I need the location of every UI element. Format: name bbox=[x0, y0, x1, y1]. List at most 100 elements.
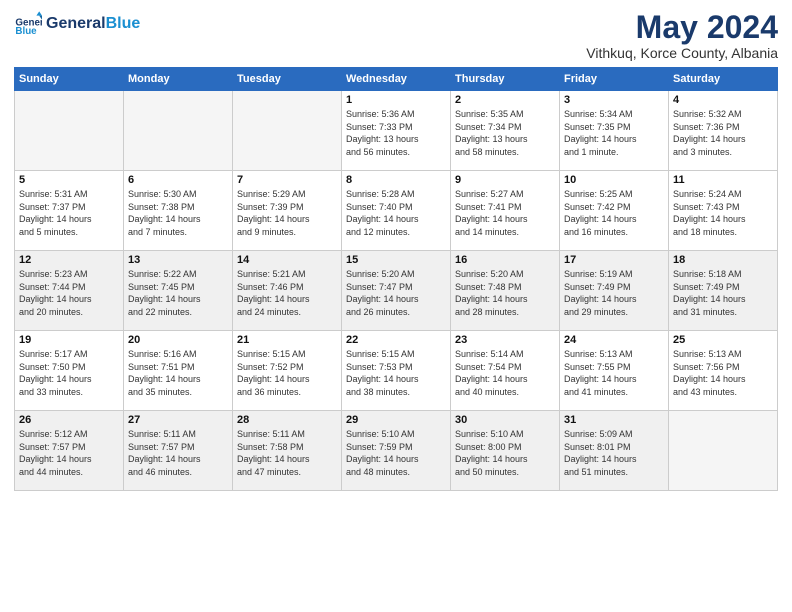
calendar-cell: 23Sunrise: 5:14 AM Sunset: 7:54 PM Dayli… bbox=[451, 331, 560, 411]
day-info: Sunrise: 5:10 AM Sunset: 8:00 PM Dayligh… bbox=[455, 428, 555, 478]
calendar-table: Sunday Monday Tuesday Wednesday Thursday… bbox=[14, 67, 778, 491]
calendar-cell: 25 Sunrise: 5:13 AM Sunset: 7:56 PM Dayli… bbox=[669, 331, 778, 411]
day-info: Sunrise: 5:15 AM Sunset: 7:52 PM Dayligh… bbox=[237, 348, 337, 398]
calendar-cell: 4Sunrise: 5:32 AM Sunset: 7:36 PM Daylig… bbox=[669, 91, 778, 171]
day-number: 28 bbox=[237, 414, 337, 426]
calendar-cell: 12 Sunrise: 5:23 AM Sunset: 7:44 PM Dayli… bbox=[15, 251, 124, 331]
day-info: Sunrise: 5:10 AM Sunset: 7:59 PM Dayligh… bbox=[346, 428, 446, 478]
logo-wordmark: GeneralBlue bbox=[46, 15, 140, 33]
calendar-week-1: 1 Sunrise: 5:36 AM Sunset: 7:33 PM Daylig… bbox=[15, 91, 778, 171]
calendar-cell bbox=[15, 91, 124, 171]
calendar-cell: 6Sunrise: 5:30 AM Sunset: 7:38 PM Daylig… bbox=[124, 171, 233, 251]
calendar-cell: 16 Sunrise: 5:20 AM Sunset: 7:48 PM Dayli… bbox=[451, 251, 560, 331]
day-info: Sunrise: 5:09 AM Sunset: 8:01 PM Dayligh… bbox=[564, 428, 664, 478]
day-number: 7 bbox=[237, 174, 337, 186]
day-info: Sunrise: 5:28 AM Sunset: 7:40 PM Dayligh… bbox=[346, 188, 446, 238]
day-info: Sunrise: 5:23 AM Sunset: 7:44 PM Dayligh… bbox=[19, 268, 119, 318]
day-number: 26 bbox=[19, 414, 119, 426]
calendar-cell: 1 Sunrise: 5:36 AM Sunset: 7:33 PM Daylig… bbox=[342, 91, 451, 171]
day-number: 31 bbox=[564, 414, 664, 426]
calendar-cell: 11 Sunrise: 5:24 AM Sunset: 7:43 PM Dayli… bbox=[669, 171, 778, 251]
calendar-cell: 3 Sunrise: 5:34 AM Sunset: 7:35 PM Daylig… bbox=[560, 91, 669, 171]
calendar-cell: 30 Sunrise: 5:10 AM Sunset: 8:00 PM Dayli… bbox=[451, 411, 560, 491]
title-block: May 2024 Vithkuq, Korce County, Albania bbox=[586, 10, 778, 61]
day-info: Sunrise: 5:27 AM Sunset: 7:41 PM Dayligh… bbox=[455, 188, 555, 238]
day-number: 25 bbox=[673, 334, 773, 346]
header: General Blue GeneralBlue May 2024 Vithku… bbox=[14, 10, 778, 61]
day-number: 11 bbox=[673, 174, 773, 186]
main-container: General Blue GeneralBlue May 2024 Vithku… bbox=[0, 0, 792, 501]
day-number: 2 bbox=[455, 94, 555, 106]
calendar-cell: 13Sunrise: 5:22 AM Sunset: 7:45 PM Dayli… bbox=[124, 251, 233, 331]
calendar-cell: 2 Sunrise: 5:35 AM Sunset: 7:34 PM Daylig… bbox=[451, 91, 560, 171]
day-info: Sunrise: 5:34 AM Sunset: 7:35 PM Dayligh… bbox=[564, 108, 664, 158]
day-info: Sunrise: 5:36 AM Sunset: 7:33 PM Dayligh… bbox=[346, 108, 446, 158]
logo: General Blue GeneralBlue bbox=[14, 10, 140, 38]
day-info: Sunrise: 5:19 AM Sunset: 7:49 PM Dayligh… bbox=[564, 268, 664, 318]
header-row: Sunday Monday Tuesday Wednesday Thursday… bbox=[15, 68, 778, 91]
day-info: Sunrise: 5:12 AM Sunset: 7:57 PM Dayligh… bbox=[19, 428, 119, 478]
calendar-week-2: 5 Sunrise: 5:31 AM Sunset: 7:37 PM Daylig… bbox=[15, 171, 778, 251]
calendar-cell bbox=[233, 91, 342, 171]
day-info: Sunrise: 5:17 AM Sunset: 7:50 PM Dayligh… bbox=[19, 348, 119, 398]
calendar-cell: 14Sunrise: 5:21 AM Sunset: 7:46 PM Dayli… bbox=[233, 251, 342, 331]
calendar-cell: 20 Sunrise: 5:16 AM Sunset: 7:51 PM Dayli… bbox=[124, 331, 233, 411]
calendar-cell: 26 Sunrise: 5:12 AM Sunset: 7:57 PM Dayli… bbox=[15, 411, 124, 491]
day-number: 21 bbox=[237, 334, 337, 346]
logo-icon: General Blue bbox=[14, 10, 42, 38]
calendar-cell: 5 Sunrise: 5:31 AM Sunset: 7:37 PM Daylig… bbox=[15, 171, 124, 251]
col-wednesday: Wednesday bbox=[342, 68, 451, 91]
day-number: 20 bbox=[128, 334, 228, 346]
day-number: 22 bbox=[346, 334, 446, 346]
day-number: 1 bbox=[346, 94, 446, 106]
calendar-cell: 22 Sunrise: 5:15 AM Sunset: 7:53 PM Dayli… bbox=[342, 331, 451, 411]
day-number: 19 bbox=[19, 334, 119, 346]
calendar-week-5: 26 Sunrise: 5:12 AM Sunset: 7:57 PM Dayli… bbox=[15, 411, 778, 491]
day-info: Sunrise: 5:31 AM Sunset: 7:37 PM Dayligh… bbox=[19, 188, 119, 238]
month-title: May 2024 bbox=[586, 10, 778, 45]
day-number: 8 bbox=[346, 174, 446, 186]
calendar-cell: 31 Sunrise: 5:09 AM Sunset: 8:01 PM Dayli… bbox=[560, 411, 669, 491]
calendar-cell: 15 Sunrise: 5:20 AM Sunset: 7:47 PM Dayli… bbox=[342, 251, 451, 331]
day-info: Sunrise: 5:13 AM Sunset: 7:56 PM Dayligh… bbox=[673, 348, 773, 398]
day-number: 27 bbox=[128, 414, 228, 426]
day-info: Sunrise: 5:15 AM Sunset: 7:53 PM Dayligh… bbox=[346, 348, 446, 398]
calendar-cell: 19 Sunrise: 5:17 AM Sunset: 7:50 PM Dayli… bbox=[15, 331, 124, 411]
calendar-cell: 28Sunrise: 5:11 AM Sunset: 7:58 PM Dayli… bbox=[233, 411, 342, 491]
col-thursday: Thursday bbox=[451, 68, 560, 91]
svg-text:Blue: Blue bbox=[15, 26, 37, 37]
day-number: 10 bbox=[564, 174, 664, 186]
day-number: 23 bbox=[455, 334, 555, 346]
calendar-cell bbox=[124, 91, 233, 171]
day-info: Sunrise: 5:20 AM Sunset: 7:47 PM Dayligh… bbox=[346, 268, 446, 318]
col-saturday: Saturday bbox=[669, 68, 778, 91]
calendar-week-3: 12 Sunrise: 5:23 AM Sunset: 7:44 PM Dayli… bbox=[15, 251, 778, 331]
day-info: Sunrise: 5:35 AM Sunset: 7:34 PM Dayligh… bbox=[455, 108, 555, 158]
col-monday: Monday bbox=[124, 68, 233, 91]
day-number: 16 bbox=[455, 254, 555, 266]
day-info: Sunrise: 5:29 AM Sunset: 7:39 PM Dayligh… bbox=[237, 188, 337, 238]
calendar-cell: 21 Sunrise: 5:15 AM Sunset: 7:52 PM Dayli… bbox=[233, 331, 342, 411]
day-number: 30 bbox=[455, 414, 555, 426]
day-info: Sunrise: 5:32 AM Sunset: 7:36 PM Dayligh… bbox=[673, 108, 773, 158]
day-info: Sunrise: 5:24 AM Sunset: 7:43 PM Dayligh… bbox=[673, 188, 773, 238]
day-number: 15 bbox=[346, 254, 446, 266]
day-number: 9 bbox=[455, 174, 555, 186]
location-title: Vithkuq, Korce County, Albania bbox=[586, 45, 778, 61]
day-number: 14 bbox=[237, 254, 337, 266]
day-info: Sunrise: 5:22 AM Sunset: 7:45 PM Dayligh… bbox=[128, 268, 228, 318]
col-tuesday: Tuesday bbox=[233, 68, 342, 91]
day-info: Sunrise: 5:13 AM Sunset: 7:55 PM Dayligh… bbox=[564, 348, 664, 398]
day-number: 6 bbox=[128, 174, 228, 186]
day-number: 12 bbox=[19, 254, 119, 266]
day-info: Sunrise: 5:20 AM Sunset: 7:48 PM Dayligh… bbox=[455, 268, 555, 318]
day-number: 3 bbox=[564, 94, 664, 106]
day-number: 5 bbox=[19, 174, 119, 186]
calendar-cell: 10 Sunrise: 5:25 AM Sunset: 7:42 PM Dayli… bbox=[560, 171, 669, 251]
calendar-cell: 9 Sunrise: 5:27 AM Sunset: 7:41 PM Daylig… bbox=[451, 171, 560, 251]
day-number: 17 bbox=[564, 254, 664, 266]
calendar-cell: 7 Sunrise: 5:29 AM Sunset: 7:39 PM Daylig… bbox=[233, 171, 342, 251]
day-info: Sunrise: 5:16 AM Sunset: 7:51 PM Dayligh… bbox=[128, 348, 228, 398]
day-number: 24 bbox=[564, 334, 664, 346]
day-info: Sunrise: 5:25 AM Sunset: 7:42 PM Dayligh… bbox=[564, 188, 664, 238]
